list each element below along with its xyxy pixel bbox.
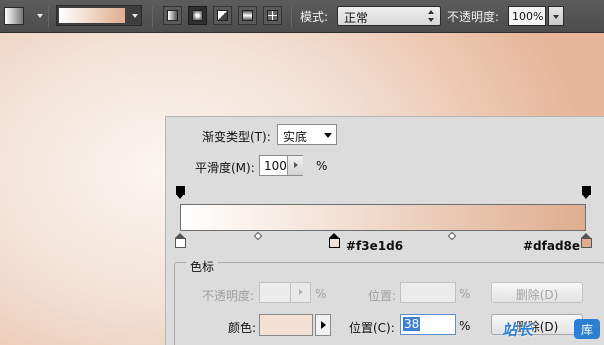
gradient-type-value: 实底 [283,130,308,144]
mode-label: 模式: [300,10,329,24]
opacity-stop-right[interactable] [582,186,591,199]
separator [291,6,292,27]
updown-arrows-icon [428,10,435,22]
gradient-preview-swatch[interactable] [59,8,125,23]
stop-opacity-label: 不透明度: [202,289,255,303]
stop-opacity-slider-button[interactable] [290,283,310,302]
diamond-gradient-icon [267,10,278,21]
smoothness-label: 平滑度(M): [195,161,255,175]
smoothness-slider-button[interactable] [287,156,303,175]
separator [48,6,49,27]
blend-mode-select[interactable]: 正常 [337,6,441,26]
options-bar: 模式: 正常 不透明度: 100% [0,0,604,33]
stops-group-title: 色标 [186,258,219,275]
diamond-gradient-button[interactable] [263,6,282,25]
tool-preset-picker[interactable] [4,7,24,25]
opacity-stop-left[interactable] [176,186,185,199]
stop-color-swatch[interactable] [259,314,313,336]
opacity-label: 不透明度: [447,10,500,24]
stop-color-menu-button[interactable] [315,314,331,336]
stop-color-label: 颜色: [228,321,257,335]
opacity-location-input[interactable] [400,282,456,303]
chevron-down-icon [324,133,332,138]
color-stop-right[interactable] [581,233,592,248]
gradient-type-label: 渐变类型(T): [202,130,271,144]
stop-hex-label: #f3e1d6 [346,239,404,253]
stop-opacity-input[interactable] [259,282,311,303]
reflected-gradient-button[interactable] [238,6,257,25]
gradient-bar[interactable] [180,204,586,231]
angle-gradient-icon [217,10,228,21]
opacity-slider-button[interactable] [548,6,564,26]
color-location-value: 38 [403,317,421,331]
gradient-picker[interactable] [56,5,142,26]
opacity-location-label: 位置: [368,289,397,303]
blend-mode-value: 正常 [344,11,369,25]
color-stop-selected[interactable] [329,233,340,248]
radial-gradient-button[interactable] [188,6,207,25]
radial-gradient-icon [192,10,203,21]
chevron-down-icon [553,15,559,19]
linear-gradient-button[interactable] [163,6,182,25]
separator [152,6,153,27]
color-stop-left[interactable] [175,233,186,248]
gradient-type-select[interactable]: 实底 [277,124,337,145]
color-location-label: 位置(C): [349,321,395,335]
reflected-gradient-icon [242,10,253,21]
color-midpoint[interactable] [253,231,263,241]
linear-gradient-icon [167,10,178,21]
opacity-input[interactable]: 100% [508,6,546,26]
color-location-unit: % [459,319,471,333]
color-location-input[interactable]: 38 [400,314,456,335]
watermark-badge: 库 [574,319,600,339]
smoothness-unit: % [316,159,328,173]
stop-hex-label: #dfad8e [523,239,581,253]
tool-preset-dropdown-icon[interactable] [37,14,43,18]
smoothness-value: 100 [264,159,287,173]
stop-opacity-unit: % [315,287,327,301]
opacity-location-unit: % [459,287,471,301]
site-watermark: 站长 库 [502,316,602,342]
gradient-dropdown-icon[interactable] [132,14,138,18]
delete-opacity-stop-button[interactable]: 删除(D) [491,282,583,303]
gradient-editor-panel: 渐变类型(T): 实底 平滑度(M): 100 % #f3e1d6 #dfad8… [165,116,604,345]
watermark-text: 站长 [502,321,535,339]
angle-gradient-button[interactable] [213,6,232,25]
color-midpoint[interactable] [447,231,457,241]
